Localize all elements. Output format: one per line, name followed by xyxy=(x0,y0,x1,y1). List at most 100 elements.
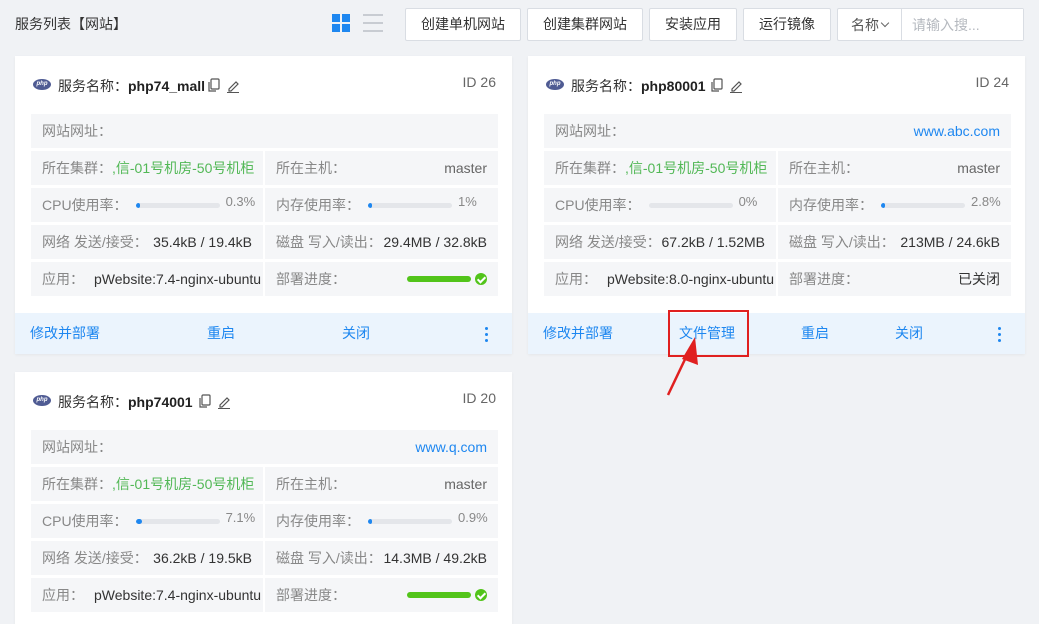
mem-cell: 内存使用率： 2.8% xyxy=(778,188,1011,222)
url-row: 网站网址： www.abc.com xyxy=(544,114,1011,148)
card-header: php 服务名称：php74001 ID 20 xyxy=(15,372,512,430)
close-button[interactable]: 关闭 xyxy=(342,313,370,354)
search-input[interactable] xyxy=(902,9,1023,40)
install-app-button[interactable]: 安装应用 xyxy=(649,8,737,41)
card-actions: 修改并部署 文件管理 重启 关闭 xyxy=(528,313,1025,354)
service-name: 服务名称：php74001 xyxy=(58,392,193,412)
service-info-grid: 网站网址： www.q.com 所在集群： ,信-01号机房-50号机柜 所在主机：… xyxy=(31,430,498,612)
list-view-icon[interactable] xyxy=(363,14,383,32)
copy-icon[interactable] xyxy=(710,78,724,93)
grid-view-icon[interactable] xyxy=(332,14,350,32)
modify-deploy-button[interactable]: 修改并部署 xyxy=(543,313,613,354)
check-circle-icon xyxy=(475,589,487,601)
cluster-value: ,信-01号机房-50号机柜 xyxy=(112,160,255,176)
url-row: 网站网址： www.q.com xyxy=(31,430,498,464)
mem-label: 内存使用率： xyxy=(789,197,873,213)
file-manager-button[interactable]: 文件管理 xyxy=(679,313,735,354)
app-label: 应用： xyxy=(555,271,597,287)
service-name: 服务名称：php80001 xyxy=(571,76,706,96)
run-image-button[interactable]: 运行镜像 xyxy=(743,8,831,41)
net-cell: 网络 发送/接受： 67.2kB / 1.52MB xyxy=(544,225,776,259)
host-value: master xyxy=(444,476,487,492)
service-name-label: 服务名称： xyxy=(58,394,128,410)
deploy-label: 部署进度： xyxy=(276,587,346,603)
cpu-label: CPU使用率： xyxy=(42,513,128,529)
app-value: pWebsite:7.4-nginx-ubuntu xyxy=(94,587,262,603)
modify-deploy-button[interactable]: 修改并部署 xyxy=(30,313,100,354)
net-label: 网络 发送/接受： xyxy=(555,234,661,250)
deploy-cell: 部署进度： 已关闭 xyxy=(778,262,1011,296)
url-label: 网站网址： xyxy=(555,123,625,139)
mem-cell: 内存使用率： 1% xyxy=(265,188,498,222)
search-field-select[interactable]: 名称 xyxy=(838,9,902,40)
net-cell: 网络 发送/接受： 36.2kB / 19.5kB xyxy=(31,541,263,575)
net-value: 67.2kB / 1.52MB xyxy=(661,234,765,250)
url-label: 网站网址： xyxy=(42,439,112,455)
url-link[interactable]: www.q.com xyxy=(415,439,487,455)
mem-usage-bar xyxy=(368,518,452,524)
create-cluster-site-button[interactable]: 创建集群网站 xyxy=(527,8,643,41)
copy-icon[interactable] xyxy=(207,78,221,93)
disk-cell: 磁盘 写入/读出： 29.4MB / 32.8kB xyxy=(265,225,498,259)
search-field-label: 名称 xyxy=(851,16,879,33)
host-label: 所在主机： xyxy=(276,160,346,176)
restart-button[interactable]: 重启 xyxy=(801,313,829,354)
cluster-cell: 所在集群： ,信-01号机房-50号机柜 xyxy=(31,151,263,185)
edit-icon[interactable] xyxy=(217,394,231,409)
net-value: 35.4kB / 19.4kB xyxy=(153,234,252,250)
cpu-usage-bar xyxy=(135,518,220,524)
deploy-progress-bar xyxy=(407,276,471,282)
service-id: ID 24 xyxy=(975,74,1009,90)
url-row: 网站网址： xyxy=(31,114,498,148)
app-value: pWebsite:8.0-nginx-ubuntu xyxy=(607,271,775,287)
service-name-label: 服务名称： xyxy=(571,78,641,94)
mem-value: 0.9% xyxy=(458,509,488,525)
close-button[interactable]: 关闭 xyxy=(895,313,923,354)
edit-icon[interactable] xyxy=(226,78,240,93)
restart-button[interactable]: 重启 xyxy=(207,313,235,354)
service-name-value: php74001 xyxy=(128,394,193,410)
host-cell: 所在主机： master xyxy=(265,151,498,185)
deploy-label: 部署进度： xyxy=(276,271,346,287)
edit-icon[interactable] xyxy=(729,78,743,93)
cluster-cell: 所在集群： ,信-01号机房-50号机柜 xyxy=(31,467,263,501)
more-vertical-icon[interactable] xyxy=(997,327,1001,342)
disk-label: 磁盘 写入/读出： xyxy=(276,234,382,250)
cpu-label: CPU使用率： xyxy=(42,197,128,213)
copy-icon[interactable] xyxy=(198,394,212,409)
net-cell: 网络 发送/接受： 35.4kB / 19.4kB xyxy=(31,225,263,259)
cpu-usage-bar xyxy=(648,202,733,208)
cpu-value: 7.1% xyxy=(225,509,256,525)
cpu-value: 0% xyxy=(738,193,758,209)
service-card: php 服务名称：php74_mall ID 26 网站网址： 所在集群： ,信-… xyxy=(15,56,512,354)
net-label: 网络 发送/接受： xyxy=(42,234,148,250)
host-label: 所在主机： xyxy=(276,476,346,492)
disk-cell: 磁盘 写入/读出： 213MB / 24.6kB xyxy=(778,225,1011,259)
service-name-label: 服务名称： xyxy=(58,78,128,94)
page-title: 服务列表【网站】 xyxy=(15,16,127,32)
host-cell: 所在主机： master xyxy=(778,151,1011,185)
cluster-value: ,信-01号机房-50号机柜 xyxy=(625,160,768,176)
host-label: 所在主机： xyxy=(789,160,859,176)
more-vertical-icon[interactable] xyxy=(484,327,488,342)
service-name: 服务名称：php74_mall xyxy=(58,76,205,96)
create-single-site-button[interactable]: 创建单机网站 xyxy=(405,8,521,41)
app-label: 应用： xyxy=(42,271,84,287)
app-cell: 应用： pWebsite:8.0-nginx-ubuntu xyxy=(544,262,776,296)
url-link[interactable]: www.abc.com xyxy=(914,123,1000,139)
host-value: master xyxy=(444,160,487,176)
cluster-label: 所在集群： xyxy=(42,160,112,176)
deploy-status: 已关闭 xyxy=(958,271,1000,287)
cluster-label: 所在集群： xyxy=(42,476,112,492)
php-logo-icon: php xyxy=(33,79,51,90)
php-logo-icon: php xyxy=(546,79,564,90)
mem-usage-bar xyxy=(368,202,452,208)
cpu-cell: CPU使用率： 0.3% xyxy=(31,188,263,222)
disk-value: 213MB / 24.6kB xyxy=(900,234,1000,250)
mem-value: 1% xyxy=(458,193,477,209)
deploy-progress-bar xyxy=(407,592,471,598)
mem-cell: 内存使用率： 0.9% xyxy=(265,504,498,538)
cluster-value: ,信-01号机房-50号机柜 xyxy=(112,476,255,492)
check-circle-icon xyxy=(475,273,487,285)
service-card: php 服务名称：php80001 ID 24 网站网址： www.abc.com… xyxy=(528,56,1025,354)
